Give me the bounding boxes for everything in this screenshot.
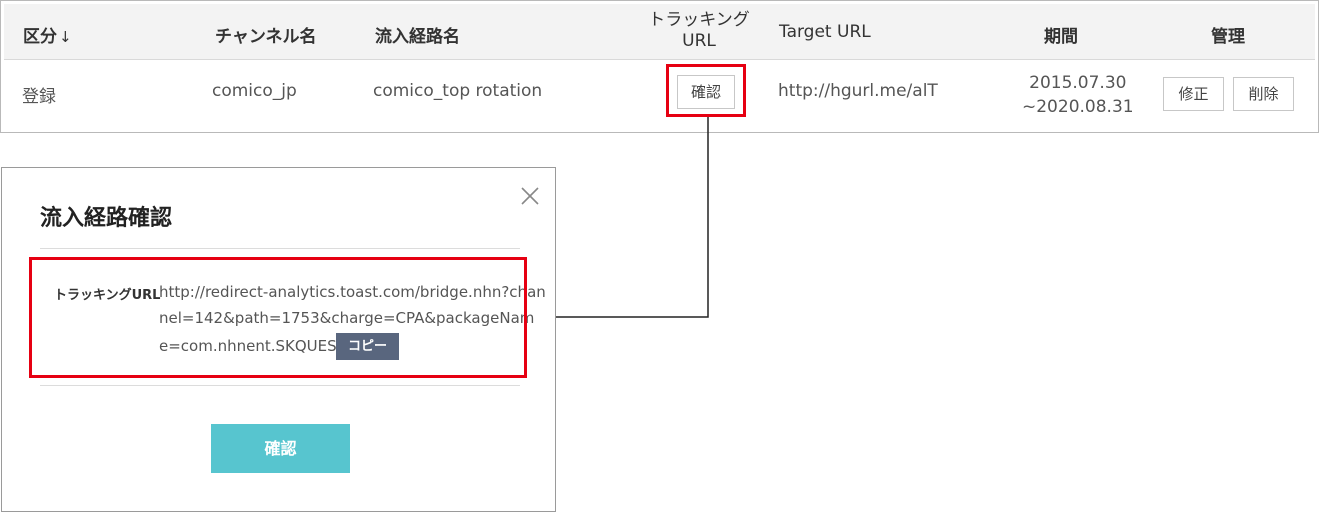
modal-divider-bottom [40,385,520,386]
modal-divider-top [40,248,520,249]
modal-title: 流入経路確認 [40,206,173,231]
modal-confirm-button[interactable]: 確認 [211,424,350,473]
highlight-tracking-url [29,257,527,378]
close-icon[interactable] [518,184,542,208]
